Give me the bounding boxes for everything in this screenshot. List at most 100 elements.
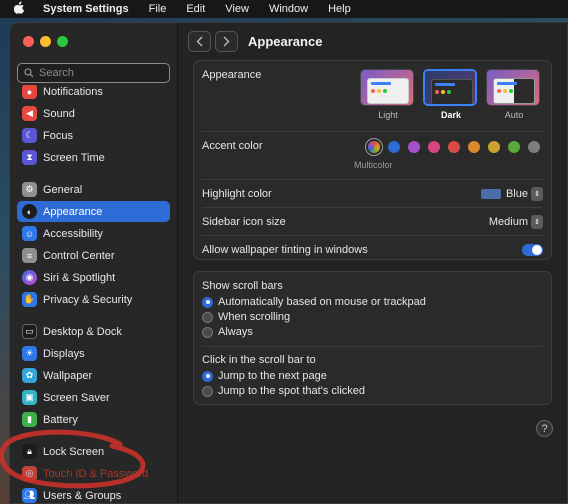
sidebar-item-label: Screen Time: [43, 151, 105, 164]
radio-button[interactable]: [202, 296, 213, 308]
sidebar-item-notifications[interactable]: ● Notifications: [17, 85, 170, 102]
accent-swatch-orange[interactable]: [468, 141, 480, 153]
battery-icon: ▮: [22, 412, 37, 427]
sidebar-item-battery[interactable]: ▮ Battery: [17, 409, 170, 430]
highlight-color-row: Highlight color Blue ⇕: [202, 186, 543, 202]
accent-swatch-pink[interactable]: [428, 141, 440, 153]
radio-label: Jump to the spot that's clicked: [218, 385, 366, 397]
wallpaper-tinting-toggle[interactable]: [522, 244, 543, 256]
sidebar-item-lock-screen[interactable]: 🔒︎ Lock Screen: [17, 441, 170, 462]
search-placeholder: Search: [39, 67, 74, 79]
appearance-option-dark[interactable]: Dark: [423, 69, 479, 120]
sidebar-item-siri-spotlight[interactable]: ◉ Siri & Spotlight: [17, 267, 170, 288]
forward-button[interactable]: [215, 30, 238, 52]
sidebar-item-control-center[interactable]: ≡ Control Center: [17, 245, 170, 266]
sun-icon: ☀: [22, 346, 37, 361]
radio-button[interactable]: [202, 311, 213, 323]
sidebar-item-label: Touch ID & Password: [43, 467, 149, 480]
radio-label: Automatically based on mouse or trackpad: [218, 296, 426, 308]
close-button[interactable]: [23, 36, 34, 47]
menu-system-settings[interactable]: System Settings: [43, 3, 129, 15]
sidebar-icon-size-label: Sidebar icon size: [202, 216, 286, 228]
menu-edit[interactable]: Edit: [186, 3, 205, 15]
menu-view[interactable]: View: [225, 3, 249, 15]
zoom-button[interactable]: [57, 36, 68, 47]
highlight-color-popup[interactable]: Blue ⇕: [480, 187, 543, 201]
radio-button[interactable]: [202, 326, 213, 338]
accent-swatch-graphite[interactable]: [528, 141, 540, 153]
sidebar-item-label: Notifications: [43, 85, 103, 98]
appearance-option-auto[interactable]: Auto: [486, 69, 542, 120]
help-button[interactable]: ?: [536, 420, 553, 437]
sidebar-item-users-groups[interactable]: 👥︎ Users & Groups: [17, 485, 170, 503]
accent-color-label: Accent color: [202, 140, 263, 152]
accent-swatch-green[interactable]: [508, 141, 520, 153]
accent-swatch-multicolor[interactable]: [368, 141, 380, 153]
radio-scroll-always[interactable]: Always: [202, 326, 253, 338]
sidebar-icon-size-popup[interactable]: Medium ⇕: [489, 215, 543, 229]
sidebar-item-label: Control Center: [43, 249, 115, 262]
divider: [202, 131, 543, 132]
radio-jump-spot-clicked[interactable]: Jump to the spot that's clicked: [202, 385, 365, 397]
radio-scroll-when-scrolling[interactable]: When scrolling: [202, 311, 290, 323]
wallpaper-tinting-label: Allow wallpaper tinting in windows: [202, 244, 368, 256]
sidebar-item-displays[interactable]: ☀ Displays: [17, 343, 170, 364]
sidebar-item-sound[interactable]: ◀ Sound: [17, 103, 170, 124]
sidebar-item-screen-time[interactable]: ⧗ Screen Time: [17, 147, 170, 168]
highlight-color-label: Highlight color: [202, 188, 272, 200]
radio-jump-next-page[interactable]: Jump to the next page: [202, 370, 327, 382]
search-input[interactable]: Search: [17, 63, 170, 83]
apple-logo-icon[interactable]: [13, 1, 25, 17]
divider: [202, 207, 543, 208]
minimize-button[interactable]: [40, 36, 51, 47]
sidebar-item-general[interactable]: ⚙ General: [17, 179, 170, 200]
appearance-panel: Appearance Light Dark Auto Accent color …: [193, 60, 552, 260]
chevron-updown-icon: ⇕: [531, 215, 543, 229]
content-header: Appearance: [178, 23, 567, 59]
sidebar-item-desktop-dock[interactable]: ▭ Desktop & Dock: [17, 321, 170, 342]
sidebar-item-appearance[interactable]: ◐ Appearance: [17, 201, 170, 222]
sidebar-item-privacy-security[interactable]: ✋ Privacy & Security: [17, 289, 170, 310]
chevron-updown-icon: ⇕: [531, 187, 543, 201]
back-button[interactable]: [188, 30, 211, 52]
show-scroll-bars-label: Show scroll bars: [202, 280, 283, 292]
accessibility-icon: ☺: [22, 226, 37, 241]
sidebar-item-label: Desktop & Dock: [43, 325, 122, 338]
menu-file[interactable]: File: [149, 3, 167, 15]
sidebar-item-touch-id-password[interactable]: ◎ Touch ID & Password: [17, 463, 170, 484]
highlight-color-value: Blue: [505, 188, 528, 200]
sidebar-item-label: General: [43, 183, 83, 196]
accent-swatch-red[interactable]: [448, 141, 460, 153]
accent-swatch-yellow[interactable]: [488, 141, 500, 153]
sidebar-item-label: Siri & Spotlight: [43, 271, 116, 284]
appearance-label: Appearance: [202, 69, 262, 81]
siri-icon: ◉: [22, 270, 37, 285]
page-title: Appearance: [248, 33, 323, 49]
menu-help[interactable]: Help: [328, 3, 351, 15]
radio-scroll-automatic[interactable]: Automatically based on mouse or trackpad: [202, 296, 426, 308]
gear-icon: ⚙: [22, 182, 37, 197]
sidebar-item-accessibility[interactable]: ☺ Accessibility: [17, 223, 170, 244]
hourglass-icon: ⧗: [22, 150, 37, 165]
radio-button[interactable]: [202, 370, 213, 382]
divider: [202, 179, 543, 180]
sidebar-icon-size-value: Medium: [488, 216, 528, 228]
accent-swatch-blue[interactable]: [388, 141, 400, 153]
users-icon: 👥︎: [22, 488, 37, 503]
wallpaper-tinting-row: Allow wallpaper tinting in windows: [202, 242, 543, 258]
sidebar-item-screen-saver[interactable]: ▣ Screen Saver: [17, 387, 170, 408]
sidebar-item-label: Lock Screen: [43, 445, 105, 458]
chevron-right-icon: [223, 36, 230, 46]
sidebar-item-label: Focus: [43, 129, 73, 142]
appearance-option-label: Dark: [440, 110, 461, 120]
sidebar-item-wallpaper[interactable]: ✿ Wallpaper: [17, 365, 170, 386]
radio-button[interactable]: [202, 385, 213, 397]
divider: [202, 235, 543, 236]
menu-window[interactable]: Window: [269, 3, 308, 15]
window-controls: [23, 36, 68, 47]
radio-label: When scrolling: [218, 311, 291, 323]
appearance-option-light[interactable]: Light: [360, 69, 416, 120]
accent-swatch-purple[interactable]: [408, 141, 420, 153]
lock-icon: 🔒︎: [22, 444, 37, 459]
sidebar-item-focus[interactable]: ☾ Focus: [17, 125, 170, 146]
